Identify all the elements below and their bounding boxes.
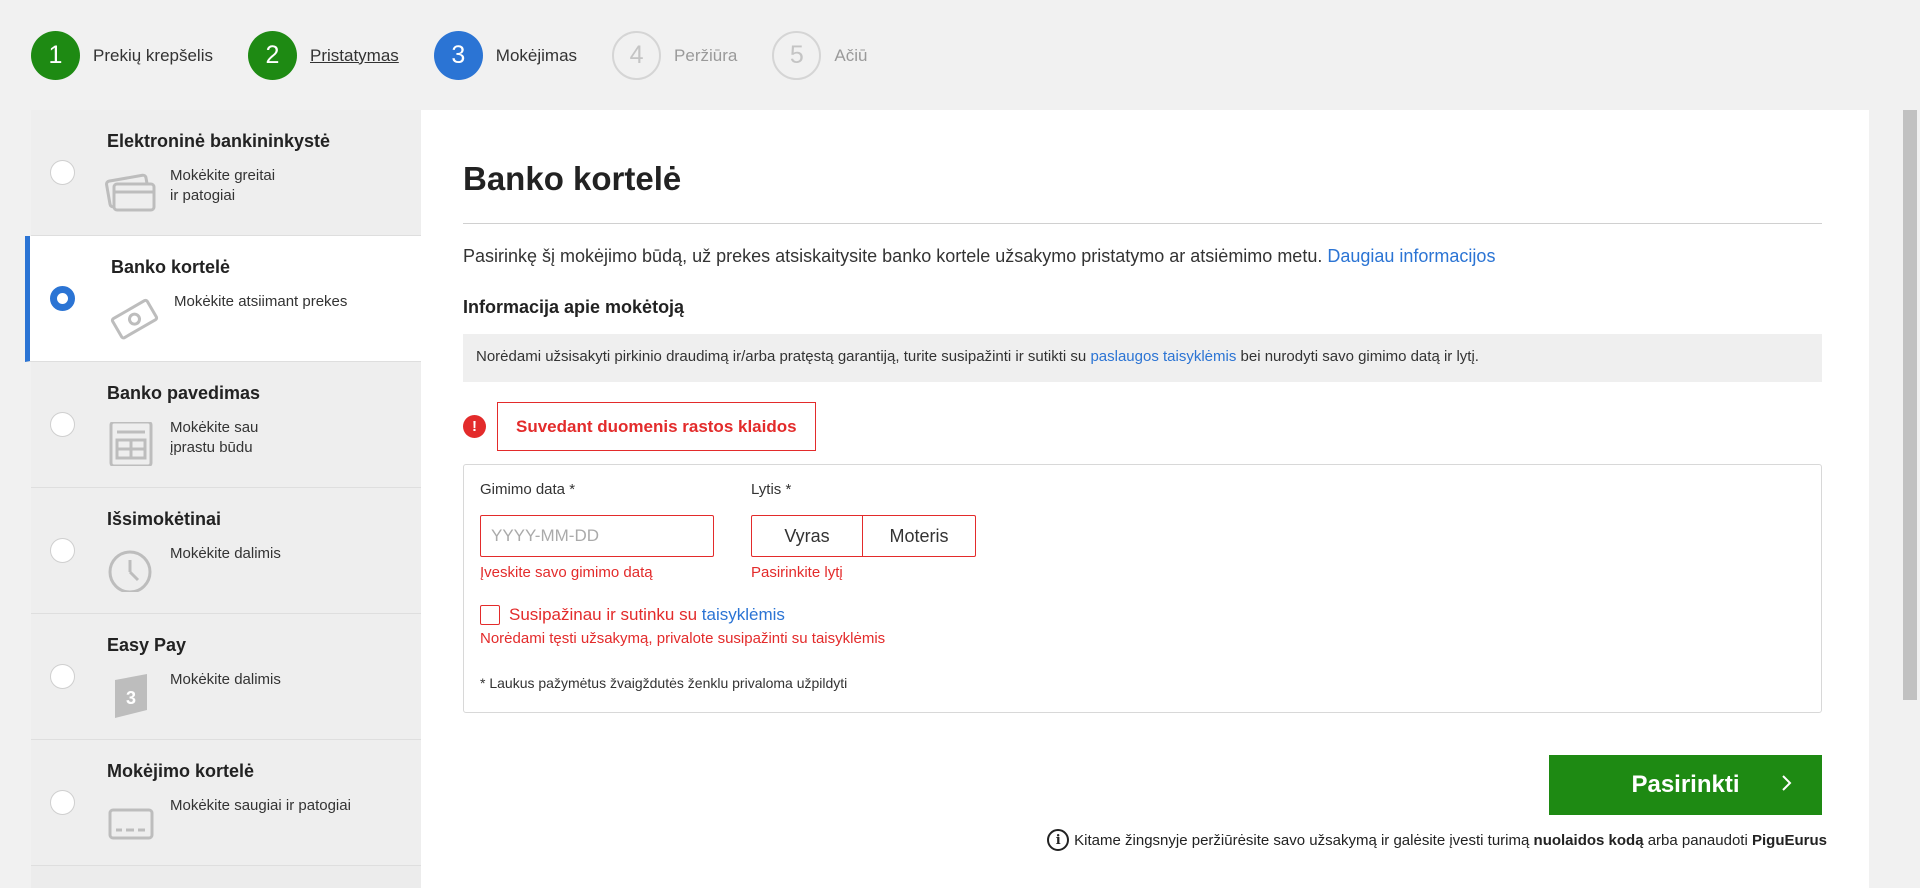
method-easy-pay[interactable]: Easy Pay 3 Mokėkite dalimis — [31, 614, 421, 740]
payment-methods-list: Elektroninė bankininkystė Mokėkite greit… — [25, 110, 421, 888]
intro-sentence: Pasirinkę šį mokėjimo būdą, už prekes at… — [463, 246, 1323, 266]
required-fields-note: * Laukus pažymėtus žvaigždutės ženklu pr… — [480, 675, 848, 691]
cards-icon — [105, 173, 156, 212]
gender-female-button[interactable]: Moteris — [863, 515, 976, 557]
method-title: Išsimokėtinai — [107, 509, 222, 529]
step-number: 2 — [248, 31, 297, 80]
gender-label: Lytis * — [751, 481, 792, 498]
method-description-line: Mokėkite greitai — [170, 167, 276, 184]
method-description-line: Mokėkite dalimis — [170, 671, 281, 688]
payer-section-title: Informacija apie mokėtoją — [463, 297, 685, 317]
terms-error: Norėdami tęsti užsakymą, privalote susip… — [480, 630, 886, 647]
gender-male-button[interactable]: Vyras — [751, 515, 863, 557]
method-description-line: įprastu būdu — [170, 439, 253, 456]
birth-date-label: Gimimo data * — [480, 481, 576, 498]
step-label[interactable]: Pristatymas — [310, 46, 399, 66]
gender-toggle: Vyras Moteris — [751, 515, 976, 557]
scrollbar-thumb[interactable] — [1903, 110, 1917, 700]
hint-text: Kitame žingsnyje peržiūrėsite savo užsak… — [1074, 832, 1827, 849]
step-thanks: 5 Ačiū — [772, 31, 867, 80]
terms-agreement: Susipažinau ir sutinku su taisyklėmis — [480, 605, 785, 625]
method-installments[interactable]: Išsimokėtinai Mokėkite dalimis — [31, 488, 421, 614]
method-radio[interactable] — [50, 538, 75, 563]
terms-checkbox[interactable] — [480, 605, 500, 625]
payment-card-icon — [108, 808, 154, 840]
method-e-banking[interactable]: Elektroninė bankininkystė Mokėkite greit… — [31, 110, 421, 236]
gender-error: Pasirinkite lytį — [751, 564, 843, 581]
method-radio-selected[interactable] — [50, 286, 75, 311]
step-cart[interactable]: 1 Prekių krepšelis — [31, 31, 213, 80]
more-info-link[interactable]: Daugiau informacijos — [1327, 246, 1495, 266]
terms-text: Susipažinau ir sutinku su — [509, 605, 698, 624]
terms-label: Susipažinau ir sutinku su taisyklėmis — [509, 605, 785, 625]
step-label: Ačiū — [834, 45, 868, 65]
method-title: Easy Pay — [107, 635, 187, 655]
method-bank-transfer[interactable]: Banko pavedimas Mokėkite sau įprastu būd… — [31, 362, 421, 488]
step-label: Peržiūra — [674, 45, 738, 65]
divider — [463, 223, 1822, 224]
birth-date-error: Įveskite savo gimimo datą — [480, 564, 653, 581]
method-description-line: Mokėkite atsiimant prekes — [174, 293, 348, 310]
terms-link[interactable]: taisyklėmis — [702, 605, 785, 624]
clock-icon — [108, 550, 152, 592]
intro-text: Pasirinkę šį mokėjimo būdą, už prekes at… — [463, 246, 1495, 267]
page-title: Banko kortelė — [463, 160, 682, 197]
method-description-line: ir patogiai — [170, 187, 236, 204]
method-description-line: Mokėkite saugiai ir patogiai — [170, 797, 351, 814]
method-bank-card[interactable]: Banko kortelė Mokėkite atsiimant prekes — [25, 236, 421, 362]
birth-date-input[interactable] — [480, 515, 714, 557]
invoice-icon — [109, 422, 153, 466]
method-title: Elektroninė bankininkystė — [107, 131, 331, 151]
notice-text: Norėdami užsisakyti pirkinio draudimą ir… — [476, 348, 1087, 365]
payment-details-panel: Banko kortelė Pasirinkę šį mokėjimo būdą… — [421, 110, 1869, 888]
insurance-notice: Norėdami užsisakyti pirkinio draudimą ir… — [463, 334, 1822, 382]
step-label: Prekių krepšelis — [93, 45, 213, 65]
method-description: Mokėkite greitai ir patogiai — [170, 166, 390, 206]
info-icon: i — [1047, 829, 1070, 851]
checkout-stepper: 1 Prekių krepšelis 2 Pristatymas 3 Mokėj… — [31, 31, 902, 80]
method-payment-card[interactable]: Mokėjimo kortelė Mokėkite saugiai ir pat… — [31, 740, 421, 866]
method-radio[interactable] — [50, 160, 75, 185]
easypay-3-icon: 3 — [115, 674, 147, 718]
step-number: 5 — [772, 31, 822, 80]
step-number: 1 — [31, 31, 80, 80]
page-scrollbar[interactable] — [1900, 0, 1920, 888]
next-step-hint: i Kitame žingsnyje peržiūrėsite savo užs… — [1047, 829, 1827, 851]
error-message: Suvedant duomenis rastos klaidos — [497, 402, 816, 451]
service-rules-link[interactable]: paslaugos taisyklėmis — [1090, 348, 1236, 365]
cash-icon — [110, 298, 159, 340]
step-review: 4 Peržiūra — [612, 31, 737, 80]
payer-form: Gimimo data * Įveskite savo gimimo datą … — [463, 464, 1822, 713]
step-delivery[interactable]: 2 Pristatymas — [248, 31, 399, 80]
method-description-line: Mokėkite dalimis — [170, 545, 281, 562]
hint-text-part: Kitame žingsnyje peržiūrėsite savo užsak… — [1074, 831, 1530, 849]
method-radio[interactable] — [50, 790, 75, 815]
method-description-line: Mokėkite sau — [170, 419, 259, 436]
notice-text: bei nurodyti savo gimimo datą ir lytį. — [1240, 348, 1479, 365]
hint-discount-code: nuolaidos kodą — [1533, 831, 1644, 849]
error-icon: ! — [463, 415, 486, 438]
method-title: Banko pavedimas — [107, 383, 261, 403]
chevron-right-icon — [1782, 775, 1792, 791]
hint-text-part: arba panaudoti — [1647, 831, 1748, 849]
method-radio[interactable] — [50, 664, 75, 689]
select-payment-button[interactable]: Pasirinkti — [1549, 755, 1822, 815]
method-radio[interactable] — [50, 412, 75, 437]
step-label: Mokėjimas — [495, 45, 578, 65]
svg-text:3: 3 — [126, 688, 136, 708]
method-description: Mokėkite dalimis — [170, 544, 390, 564]
step-payment: 3 Mokėjimas — [433, 31, 578, 80]
method-description: Mokėkite dalimis — [170, 670, 390, 690]
step-number: 3 — [433, 31, 483, 80]
step-number: 4 — [612, 31, 662, 80]
select-button-label: Pasirinkti — [1631, 771, 1740, 798]
form-error-summary: ! Suvedant duomenis rastos klaidos — [463, 402, 816, 451]
method-description: Mokėkite sau įprastu būdu — [170, 418, 390, 458]
method-description: Mokėkite atsiimant prekes — [174, 292, 394, 312]
hint-pigueurus: PiguEurus — [1751, 831, 1827, 849]
method-description: Mokėkite saugiai ir patogiai — [170, 796, 390, 816]
method-title: Banko kortelė — [111, 257, 231, 277]
method-title: Mokėjimo kortelė — [107, 761, 255, 781]
